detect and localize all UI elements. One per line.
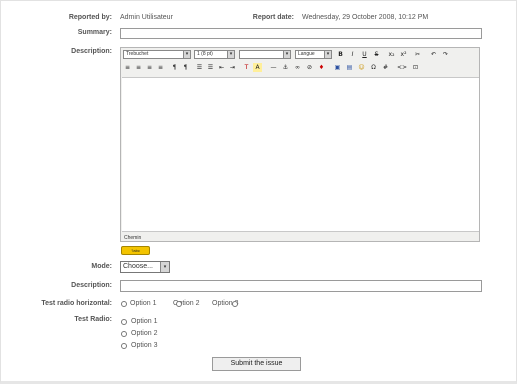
- undo-icon[interactable]: ↶: [429, 50, 438, 59]
- strikethrough-icon[interactable]: S: [372, 50, 381, 59]
- smiley-icon[interactable]: ☺: [357, 63, 366, 72]
- reported-by-label: Reported by:: [68, 14, 112, 21]
- bold-icon[interactable]: B: [336, 50, 345, 59]
- chevron-down-icon: ▾: [324, 51, 331, 58]
- editor-path-label: Chemin: [124, 235, 142, 241]
- radio-v-option3-label: Option 3: [131, 342, 158, 349]
- italic-icon[interactable]: I: [348, 50, 357, 59]
- editor-text-area[interactable]: [122, 77, 479, 232]
- radio-v-option1-label: Option 1: [131, 318, 158, 325]
- text-color-icon[interactable]: T: [242, 63, 251, 72]
- radio-v-option3[interactable]: [121, 343, 127, 349]
- image-icon[interactable]: ▣: [333, 63, 342, 72]
- link-icon[interactable]: ∞: [293, 63, 302, 72]
- reported-by-value: Admin Utilisateur: [120, 14, 173, 21]
- report-date-label: Report date:: [252, 14, 294, 21]
- chevron-down-icon: ▾: [183, 51, 190, 58]
- ltr-icon[interactable]: ¶: [170, 63, 179, 72]
- indent-icon[interactable]: ⇥: [228, 63, 237, 72]
- chevron-down-icon: ▾: [283, 51, 290, 58]
- align-center-icon[interactable]: ≡: [134, 63, 143, 72]
- rich-text-editor: Trebuchet ▾ 1 (8 pt) ▾ ▾ Langue ▾ B I U S x…: [120, 47, 480, 242]
- radio-v-option1[interactable]: [121, 319, 127, 325]
- rtl-icon[interactable]: ¶: [181, 63, 190, 72]
- summary-input[interactable]: [120, 28, 482, 39]
- underline-icon[interactable]: U: [360, 50, 369, 59]
- search-replace-icon[interactable]: #: [381, 63, 390, 72]
- radio-v-option2-label: Option 2: [131, 330, 158, 337]
- description2-label: Description:: [71, 282, 112, 289]
- chevron-down-icon: ▾: [160, 262, 169, 272]
- html-source-icon[interactable]: <>: [397, 63, 407, 72]
- format-select[interactable]: ▾: [239, 50, 291, 59]
- anchor-icon[interactable]: ⚓: [281, 63, 290, 72]
- mode-label: Mode:: [91, 263, 112, 270]
- background-color-icon[interactable]: A: [253, 63, 262, 72]
- nolink-icon[interactable]: ♦: [317, 63, 326, 72]
- chevron-down-icon: ▾: [227, 51, 234, 58]
- unlink-icon[interactable]: ⊘: [305, 63, 314, 72]
- special-char-icon[interactable]: Ω: [369, 63, 378, 72]
- outdent-icon[interactable]: ⇤: [217, 63, 226, 72]
- radio-h-option1[interactable]: [121, 301, 127, 307]
- radio-h-option1-label: Option 1: [130, 300, 157, 307]
- redo-icon[interactable]: ↷: [441, 50, 450, 59]
- font-family-select[interactable]: Trebuchet ▾: [123, 50, 191, 59]
- radio-v-option2[interactable]: [121, 331, 127, 337]
- subscript-icon[interactable]: x₂: [387, 50, 396, 59]
- superscript-icon[interactable]: x²: [399, 50, 408, 59]
- justify-icon[interactable]: ≡: [156, 63, 165, 72]
- description2-input[interactable]: [120, 280, 482, 292]
- editor-toolbar-row1: Trebuchet ▾ 1 (8 pt) ▾ ▾ Langue ▾ B I U S x…: [121, 49, 479, 61]
- mode-select[interactable]: Choose... ▾: [120, 261, 170, 273]
- font-size-select[interactable]: 1 (8 pt) ▾: [194, 50, 235, 59]
- clean-format-icon[interactable]: ✂: [413, 50, 422, 59]
- radio-horizontal-label: Test radio horizontal:: [41, 300, 112, 307]
- fullscreen-icon[interactable]: ⊡: [411, 63, 420, 72]
- radio-vertical-label: Test Radio:: [74, 316, 112, 323]
- ordered-list-icon[interactable]: ☰: [195, 63, 204, 72]
- report-date-value: Wednesday, 29 October 2008, 10:12 PM: [302, 14, 429, 21]
- description-label: Description:: [71, 48, 112, 55]
- editor-toolbar-row2: ≡ ≡ ≡ ≡ ¶ ¶ ☰ ☰ ⇤ ⇥ T A — ⚓ ∞ ⊘ ♦ ▣ ▤ ☺ …: [121, 63, 479, 75]
- summary-label: Summary:: [77, 29, 112, 36]
- submit-issue-button[interactable]: Submit the issue: [212, 357, 301, 371]
- language-select[interactable]: Langue ▾: [295, 50, 332, 59]
- radio-h-option2[interactable]: [176, 301, 182, 307]
- radio-h-option3[interactable]: [232, 301, 238, 307]
- spellcheck-button[interactable]: ?abc: [121, 246, 150, 255]
- horizontal-rule-icon[interactable]: —: [269, 63, 278, 72]
- table-icon[interactable]: ▤: [345, 63, 354, 72]
- align-left-icon[interactable]: ≡: [123, 63, 132, 72]
- align-right-icon[interactable]: ≡: [145, 63, 154, 72]
- unordered-list-icon[interactable]: ☰: [206, 63, 215, 72]
